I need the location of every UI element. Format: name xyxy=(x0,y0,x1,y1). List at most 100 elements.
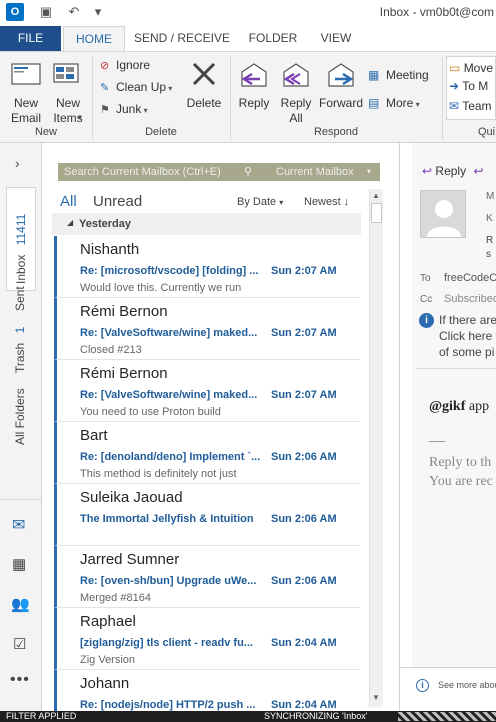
more-respond-button[interactable]: ▤ More ▾ xyxy=(368,94,420,112)
message-subject: [ziglang/zig] tls client - readv fu... xyxy=(80,637,253,649)
search-box[interactable]: Search Current Mailbox (Ctrl+E) ⚲ Curren… xyxy=(58,163,380,181)
mail-icon[interactable]: ✉ xyxy=(12,515,25,535)
mention-user[interactable]: @gikf xyxy=(429,399,465,414)
nav-inbox[interactable]: Inbox 11411 xyxy=(6,187,36,291)
people-icon[interactable]: 👥 xyxy=(11,595,30,613)
quick-steps-gallery[interactable]: ▭ Move ➜ To M ✉ Team xyxy=(446,56,496,120)
message-time: Sun 2:06 AM xyxy=(271,451,337,463)
meeting-label: Meeting xyxy=(386,68,429,82)
forward-button[interactable]: Forward xyxy=(318,58,364,128)
reading-reply-button[interactable]: ↩ Reply ↩ xyxy=(422,164,484,178)
quick-step-to-manager-label: To M xyxy=(462,79,489,93)
message-sender: Rémi Bernon xyxy=(80,303,168,320)
reply-all-button[interactable]: Reply All xyxy=(276,58,316,128)
sort-by-dropdown[interactable]: By Date ▾ xyxy=(237,196,283,208)
calendar-icon: ▦ xyxy=(368,68,380,82)
tab-home[interactable]: HOME xyxy=(63,26,125,51)
message-preview: Would love this. Currently we run xyxy=(80,282,242,294)
meeting-button[interactable]: ▦ Meeting xyxy=(368,66,429,84)
tab-send-receive[interactable]: SEND / RECEIVE xyxy=(132,26,232,51)
message-row[interactable]: Rémi Bernon Re: [ValveSoftware/wine] mak… xyxy=(54,360,360,422)
message-time: Sun 2:06 AM xyxy=(271,575,337,587)
message-list-scrollbar[interactable]: ▲ ▼ xyxy=(369,189,383,707)
search-input[interactable]: Search Current Mailbox (Ctrl+E) xyxy=(64,163,221,181)
save-icon[interactable]: ▣ xyxy=(38,4,54,20)
search-icon[interactable]: ⚲ xyxy=(244,163,252,181)
message-time: Sun 2:04 AM xyxy=(271,699,337,711)
info-line-2[interactable]: Click here t xyxy=(439,329,496,343)
message-row[interactable]: Bart Re: [denoland/deno] Implement `... … xyxy=(54,422,360,484)
group-header-yesterday[interactable]: ◢ Yesterday xyxy=(52,213,361,235)
tasks-icon[interactable]: ☑ xyxy=(13,635,26,653)
tab-view[interactable]: VIEW xyxy=(310,26,362,51)
filter-all[interactable]: All xyxy=(60,193,77,210)
to-label: To xyxy=(420,273,431,284)
nav-all-folders[interactable]: All Folders xyxy=(6,387,36,449)
sort-order-label: Newest xyxy=(304,196,341,208)
message-row[interactable]: Johann Re: [nodejs/node] HTTP/2 push ...… xyxy=(54,670,360,711)
message-list-pane: Search Current Mailbox (Ctrl+E) ⚲ Curren… xyxy=(42,143,399,711)
junk-icon: ⚑ xyxy=(100,104,110,116)
body-rule xyxy=(429,441,445,442)
sort-by-label: By Date xyxy=(237,196,277,208)
message-subject: Re: [denoland/deno] Implement `... xyxy=(80,451,261,463)
scrollbar-thumb[interactable] xyxy=(371,203,382,223)
forward-arrow-icon: ➜ xyxy=(449,79,460,93)
nav-sent[interactable]: Sent xyxy=(6,285,36,315)
header-letter: M xyxy=(486,191,495,202)
header-letter: R xyxy=(486,235,494,246)
message-row[interactable]: Jarred Sumner Re: [oven-sh/bun] Upgrade … xyxy=(54,546,360,608)
person-silhouette-icon xyxy=(427,200,461,237)
reply-all-label-1: Reply xyxy=(280,96,312,110)
message-row[interactable]: Nishanth Re: [microsoft/vscode] [folding… xyxy=(54,236,360,298)
people-pane-divider xyxy=(400,667,496,668)
filter-unread[interactable]: Unread xyxy=(93,193,142,210)
quick-step-team-label: Team xyxy=(462,99,492,113)
nav-trash-count: 1 xyxy=(13,326,27,334)
new-items-button[interactable]: New Items ▾ xyxy=(48,58,88,128)
message-preview: Closed #213 xyxy=(80,344,142,356)
reply-all-icon: ↩ xyxy=(473,164,484,178)
junk-button[interactable]: ⚑ Junk ▾ xyxy=(100,100,148,118)
chevron-down-icon[interactable]: ▾ xyxy=(367,163,371,181)
quick-step-to-manager[interactable]: ➜ To M xyxy=(449,77,488,95)
scroll-up-arrow-icon[interactable]: ▲ xyxy=(372,191,380,200)
collapse-triangle-icon[interactable]: ◢ xyxy=(67,218,73,227)
message-row[interactable]: Suleika Jaouad The Immortal Jellyfish & … xyxy=(54,484,360,546)
search-scope[interactable]: Current Mailbox xyxy=(276,163,354,181)
message-time: Sun 2:07 AM xyxy=(271,389,337,401)
arrow-down-icon: ↓ xyxy=(343,196,350,208)
message-sender: Bart xyxy=(80,427,108,444)
sort-order-toggle[interactable]: Newest ↓ xyxy=(304,196,349,208)
see-more-link[interactable]: See more abou xyxy=(438,680,496,690)
new-email-button[interactable]: New Email xyxy=(6,58,46,128)
group-label-quick-steps: Qui xyxy=(478,126,496,138)
quick-step-move[interactable]: ▭ Move xyxy=(449,59,493,77)
info-line-1[interactable]: If there are xyxy=(439,313,496,327)
message-sender: Jarred Sumner xyxy=(80,551,180,568)
scroll-down-arrow-icon[interactable]: ▼ xyxy=(372,693,380,702)
message-row[interactable]: Raphael [ziglang/zig] tls client - readv… xyxy=(54,608,360,670)
calendar-icon[interactable]: ▦ xyxy=(12,555,26,573)
sender-avatar xyxy=(420,190,466,238)
outlook-logo-icon: O xyxy=(6,3,24,21)
tab-folder[interactable]: FOLDER xyxy=(240,26,306,51)
ignore-button[interactable]: ⊘ Ignore xyxy=(100,56,150,74)
nav-inbox-text: Inbox 11411 xyxy=(14,214,28,284)
more-nav-icon[interactable]: ••• xyxy=(10,671,30,689)
chevron-down-icon: ▾ xyxy=(166,84,173,93)
clean-up-button[interactable]: ✎ Clean Up ▾ xyxy=(100,78,172,96)
message-body-mention: @gikf app xyxy=(429,399,489,415)
quick-step-team[interactable]: ✉ Team xyxy=(449,97,492,115)
nav-trash[interactable]: Trash 1 xyxy=(6,326,36,375)
tab-file[interactable]: FILE xyxy=(0,26,61,51)
reply-button[interactable]: Reply xyxy=(234,58,274,128)
status-filter-applied[interactable]: FILTER APPLIED xyxy=(6,711,76,722)
expand-chevron-icon[interactable]: › xyxy=(15,155,20,171)
message-sender: Suleika Jaouad xyxy=(80,489,183,506)
delete-button[interactable]: Delete xyxy=(182,58,226,128)
undo-icon[interactable]: ↶ xyxy=(66,4,82,20)
quick-access-dropdown-icon[interactable]: ▾ xyxy=(90,4,106,20)
message-subject: Re: [oven-sh/bun] Upgrade uWe... xyxy=(80,575,257,587)
message-row[interactable]: Rémi Bernon Re: [ValveSoftware/wine] mak… xyxy=(54,298,360,360)
